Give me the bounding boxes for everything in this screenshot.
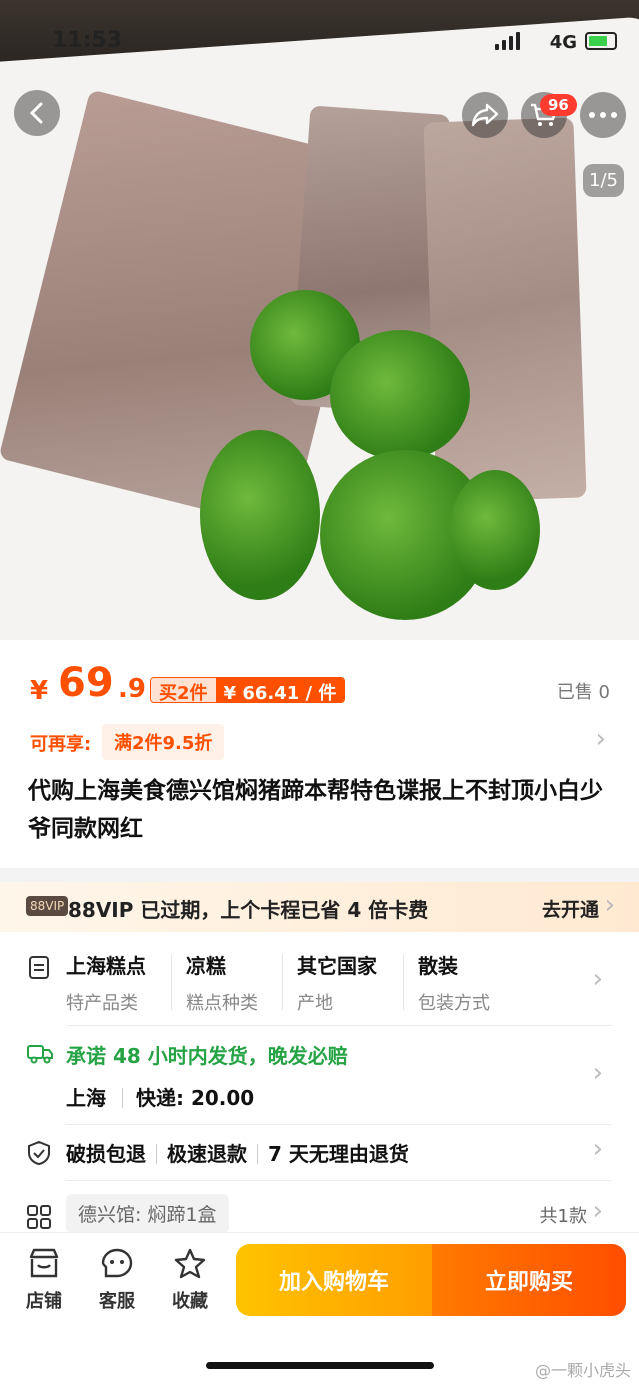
divider bbox=[66, 1180, 612, 1181]
multi-buy-label: 买2件 bbox=[151, 678, 216, 702]
guarantee-item: 破损包退 bbox=[66, 1142, 146, 1166]
store-button[interactable]: 店铺 bbox=[14, 1247, 74, 1313]
vip-text: 88VIP 已过期，上个卡程已省 4 倍卡费 bbox=[68, 898, 429, 922]
attribute-value: 其它国家 bbox=[297, 954, 377, 978]
store-label: 店铺 bbox=[26, 1291, 62, 1312]
currency-symbol: ¥ bbox=[30, 676, 49, 706]
divider bbox=[66, 1124, 612, 1125]
parsley-graphic bbox=[200, 430, 320, 600]
store-icon bbox=[29, 1248, 59, 1278]
chevron-left-icon bbox=[29, 102, 43, 124]
divider bbox=[171, 954, 172, 1010]
guarantee-item: 极速退款 bbox=[167, 1142, 247, 1166]
attribute-value: 上海糕点 bbox=[66, 954, 146, 978]
signal-icon bbox=[495, 32, 521, 50]
attribute-key: 产地 bbox=[297, 993, 333, 1014]
price-integer: 69 bbox=[58, 660, 114, 706]
attribute-key: 包装方式 bbox=[418, 993, 490, 1014]
price-row: ¥ 69 .9 买2件 ¥ 66.41 / 件 已售 0 bbox=[30, 660, 610, 710]
attribute-item: 其它国家 产地 bbox=[297, 950, 377, 1015]
promo-label: 可再享: bbox=[30, 734, 92, 755]
attribute-item: 散装 包装方式 bbox=[418, 950, 490, 1015]
share-button[interactable] bbox=[462, 92, 508, 138]
service-label: 客服 bbox=[99, 1291, 135, 1312]
attribute-key: 糕点种类 bbox=[186, 993, 258, 1014]
vip-activate-link[interactable]: 去开通 bbox=[542, 895, 599, 922]
star-icon bbox=[174, 1248, 206, 1279]
buy-now-button[interactable]: 立即购买 bbox=[432, 1244, 626, 1316]
watermark: @一颗小虎头 bbox=[534, 1361, 631, 1380]
sku-count: 共1款 bbox=[539, 1206, 587, 1227]
clipboard-icon bbox=[29, 956, 49, 979]
chevron-right-icon: › bbox=[604, 890, 615, 920]
status-time: 11:53 bbox=[52, 28, 123, 53]
parsley-graphic bbox=[450, 470, 540, 590]
sold-count: 已售 0 bbox=[556, 682, 610, 703]
parsley-graphic bbox=[330, 330, 470, 460]
image-pager: 1/5 bbox=[583, 164, 624, 197]
attribute-item: 凉糕 糕点种类 bbox=[186, 950, 258, 1015]
chevron-right-icon: › bbox=[595, 724, 606, 754]
customer-service-button[interactable]: 客服 bbox=[87, 1247, 147, 1313]
shipping-fee: 快递: 20.00 bbox=[136, 1086, 255, 1110]
network-label: 4G bbox=[549, 32, 577, 53]
favorite-button[interactable]: 收藏 bbox=[160, 1247, 220, 1313]
promo-tag: 满2件9.5折 bbox=[102, 724, 225, 760]
meat-slice bbox=[423, 117, 587, 503]
attribute-value: 散装 bbox=[418, 954, 458, 978]
divider bbox=[0, 868, 639, 882]
attribute-item: 上海糕点 特产品类 bbox=[66, 950, 146, 1015]
delivery-truck-icon bbox=[27, 1045, 53, 1064]
multi-buy-badge: 买2件 ¥ 66.41 / 件 bbox=[150, 677, 346, 703]
share-icon bbox=[471, 103, 499, 127]
divider bbox=[122, 1088, 123, 1108]
more-button[interactable] bbox=[580, 92, 626, 138]
more-dots-icon bbox=[589, 112, 617, 118]
price-decimal: .9 bbox=[118, 674, 146, 704]
divider bbox=[66, 1025, 612, 1026]
status-bar: 11:53 4G bbox=[0, 0, 639, 80]
chevron-right-icon: › bbox=[592, 1196, 603, 1226]
chevron-right-icon: › bbox=[592, 964, 603, 994]
shield-check-icon bbox=[28, 1140, 50, 1166]
attribute-key: 特产品类 bbox=[66, 993, 138, 1014]
add-to-cart-button[interactable]: 加入购物车 bbox=[236, 1244, 432, 1316]
shipping-promise: 承诺 48 小时内发货，晚发必赔 bbox=[66, 1044, 348, 1068]
attributes-row[interactable]: 上海糕点 特产品类 凉糕 糕点种类 其它国家 产地 散装 包装方式 › bbox=[0, 946, 639, 1026]
battery-icon bbox=[585, 32, 617, 50]
chevron-right-icon: › bbox=[592, 1058, 603, 1088]
shipping-origin: 上海 bbox=[66, 1086, 106, 1110]
promo-row[interactable]: 可再享: 满2件9.5折 › bbox=[30, 724, 610, 760]
vip-banner[interactable]: 88VIP 88VIP 已过期，上个卡程已省 4 倍卡费 去开通 › bbox=[0, 882, 639, 932]
cart-count-badge: 96 bbox=[540, 94, 577, 116]
multi-buy-price: ¥ 66.41 / 件 bbox=[215, 678, 345, 702]
sku-row[interactable]: 德兴馆: 焖蹄1盒 共1款 › bbox=[0, 1194, 639, 1234]
sku-option-chip[interactable]: 德兴馆: 焖蹄1盒 bbox=[66, 1194, 229, 1233]
product-title: 代购上海美食德兴馆焖猪蹄本帮特色谍报上不封顶小白少爷同款网红 bbox=[28, 778, 603, 842]
back-button[interactable] bbox=[14, 90, 60, 136]
shipping-row[interactable]: 承诺 48 小时内发货，晚发必赔 上海 快递: 20.00 › bbox=[0, 1036, 639, 1116]
divider bbox=[403, 954, 404, 1010]
vip-logo: 88VIP bbox=[26, 896, 69, 916]
guarantees-row[interactable]: 破损包退 极速退款 7 天无理由退货 bbox=[66, 1138, 409, 1167]
attribute-value: 凉糕 bbox=[186, 954, 226, 978]
divider bbox=[282, 954, 283, 1010]
favorite-label: 收藏 bbox=[172, 1291, 208, 1312]
grid-icon bbox=[27, 1205, 51, 1229]
chevron-right-icon: › bbox=[592, 1134, 603, 1164]
guarantee-item: 7 天无理由退货 bbox=[268, 1142, 409, 1166]
bottom-action-bar: 店铺 客服 收藏 加入购物车 立即购买 @一颗小虎头 bbox=[0, 1232, 639, 1385]
home-indicator[interactable] bbox=[206, 1362, 434, 1369]
chat-face-icon bbox=[101, 1248, 133, 1278]
